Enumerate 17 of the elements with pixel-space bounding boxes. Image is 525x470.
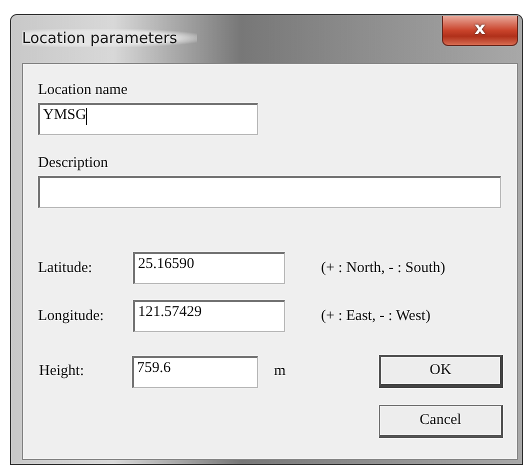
window-title: Location parameters [22, 29, 198, 47]
ok-button[interactable]: OK [379, 355, 503, 388]
close-button[interactable]: x [442, 16, 518, 46]
coordinate-field[interactable]: 25.16590 [133, 252, 285, 284]
unit-label: m [273, 363, 287, 380]
height-label: Height: [38, 363, 85, 380]
direction-hint: (+ : East, - : West) [321, 308, 432, 324]
direction-hint: (+ : North, - : South) [321, 260, 446, 276]
location-name-field[interactable]: YMSG [38, 103, 258, 135]
description-field[interactable] [38, 176, 501, 208]
cancel-button[interactable]: Cancel [379, 405, 503, 438]
height-field[interactable]: 759.6 [132, 356, 258, 388]
coordinate-label: Latitude: [38, 260, 94, 276]
description-label: Description [38, 155, 109, 172]
coordinate-label: Longitude: [38, 308, 105, 324]
location-name-label: Location name [38, 82, 129, 99]
coordinate-field[interactable]: 121.57429 [133, 300, 285, 332]
